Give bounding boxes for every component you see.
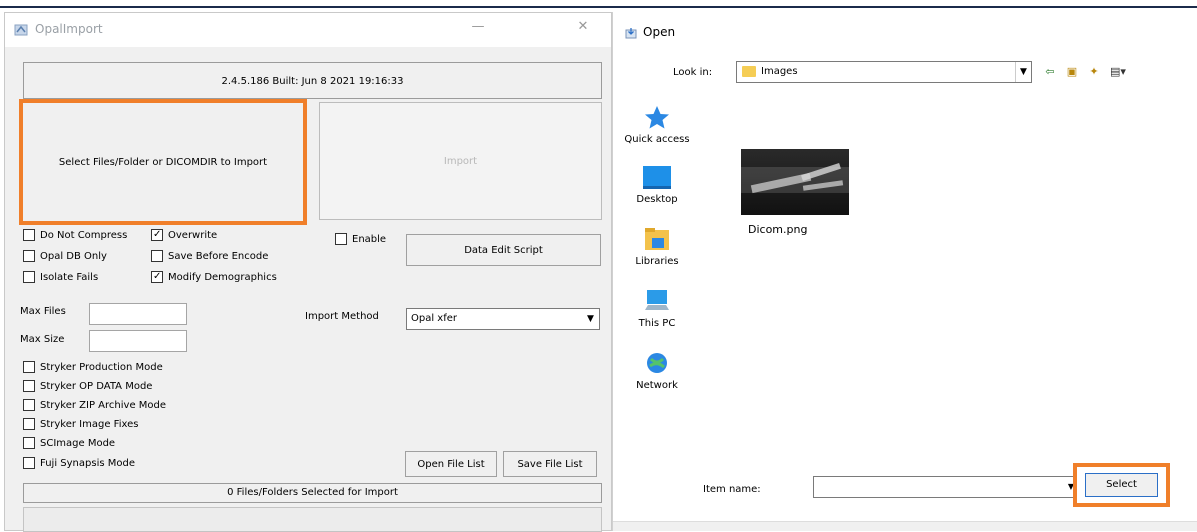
select-files-button[interactable]: Select Files/Folder or DICOMDIR to Impor… [19,99,307,225]
close-icon[interactable]: ✕ [572,19,594,39]
checkbox-box[interactable] [23,418,35,430]
save-file-list-button[interactable]: Save File List [503,451,597,477]
checkbox-label: Stryker OP DATA Mode [40,380,153,392]
checkbox-label: Stryker Image Fixes [40,418,139,430]
up-folder-icon[interactable]: ▣ [1063,64,1081,80]
checkbox-box[interactable] [335,233,347,245]
place-label: Quick access [624,134,690,145]
import-method-select[interactable]: Opal xfer ▼ [406,308,600,330]
title-bar: OpalImport — ✕ [5,13,611,47]
checkbox-label: Enable [352,233,387,245]
top-frame [0,0,1197,8]
item-name-input[interactable]: ▼ [813,476,1077,498]
checkbox-label: Isolate Fails [40,271,99,283]
look-in-label: Look in: [673,67,713,78]
select-highlight: Select [1073,463,1170,507]
place-this-pc[interactable]: This PC [613,288,701,329]
checkbox-box[interactable] [23,457,35,469]
libraries-icon [645,228,669,250]
checkbox-box[interactable] [23,399,35,411]
checkbox-label: SCImage Mode [40,437,116,449]
desktop-icon [643,166,671,189]
place-desktop[interactable]: Desktop [613,164,701,205]
new-folder-icon[interactable]: ✦ [1085,64,1103,80]
look-in-select[interactable]: Images ▼ [736,61,1032,83]
checkbox-box[interactable] [23,271,35,283]
look-in-value: Images [761,66,798,77]
chevron-down-icon[interactable]: ▼ [1015,62,1031,82]
modify-demographics-checkbox[interactable]: Modify Demographics [151,269,277,285]
status-label: 0 Files/Folders Selected for Import [23,483,602,503]
place-label: Network [636,380,678,391]
checkbox-box[interactable] [151,250,163,262]
checkbox-box[interactable] [151,229,163,241]
do-not-compress-checkbox[interactable]: Do Not Compress [23,227,127,243]
computer-icon [645,290,669,310]
file-thumbnail[interactable] [741,149,849,215]
checkbox-label: Save Before Encode [168,250,269,262]
stryker-image-fixes-checkbox[interactable]: Stryker Image Fixes [23,416,138,432]
checkbox-box[interactable] [23,229,35,241]
open-file-list-button[interactable]: Open File List [405,451,497,477]
place-label: This PC [638,318,676,329]
checkbox-box[interactable] [23,380,35,392]
chevron-down-icon[interactable]: ▼ [582,309,599,329]
checkbox-label: Stryker ZIP Archive Mode [40,399,167,411]
progress-bar [23,507,602,532]
place-label: Desktop [636,194,678,205]
back-icon[interactable]: ⇦ [1041,64,1059,80]
checkbox-box[interactable] [23,437,35,449]
import-method-label: Import Method [305,311,379,322]
dialog-icon [625,28,637,39]
checkbox-label: Modify Demographics [168,271,277,283]
max-files-label: Max Files [20,306,66,317]
open-dialog: Open Look in: Images ▼ ⇦ ▣ ✦ ▤▾ Quick ac… [612,12,1197,531]
stryker-production-mode-checkbox[interactable]: Stryker Production Mode [23,359,163,375]
data-edit-script-button[interactable]: Data Edit Script [406,234,601,266]
network-icon [647,353,667,373]
dialog-title: Open [643,25,676,39]
version-label: 2.4.5.186 Built: Jun 8 2021 19:16:33 [23,62,602,99]
checkbox-label: Stryker Production Mode [40,361,163,373]
save-before-encode-checkbox[interactable]: Save Before Encode [151,248,268,264]
minimize-icon[interactable]: — [467,19,489,39]
item-name-label: Item name: [703,484,761,495]
checkbox-label: Do Not Compress [40,229,128,241]
isolate-fails-checkbox[interactable]: Isolate Fails [23,269,98,285]
dialog-bottom-edge [613,521,1197,531]
max-size-label: Max Size [20,334,65,345]
import-method-value: Opal xfer [411,313,458,324]
opal-import-window: OpalImport — ✕ 2.4.5.186 Built: Jun 8 20… [4,12,612,532]
stryker-op-data-mode-checkbox[interactable]: Stryker OP DATA Mode [23,378,152,394]
window-title: OpalImport [35,22,103,36]
fuji-synapsis-mode-checkbox[interactable]: Fuji Synapsis Mode [23,455,135,471]
scimage-mode-checkbox[interactable]: SCImage Mode [23,435,115,451]
checkbox-label: Overwrite [168,229,218,241]
place-libraries[interactable]: Libraries [613,226,701,267]
overwrite-checkbox[interactable]: Overwrite [151,227,217,243]
star-icon [645,106,669,129]
folder-icon [742,66,756,77]
select-button[interactable]: Select [1085,473,1158,497]
place-label: Libraries [635,256,679,267]
checkbox-label: Opal DB Only [40,250,107,262]
checkbox-label: Fuji Synapsis Mode [40,457,135,469]
enable-checkbox[interactable]: Enable [335,231,386,247]
checkbox-box[interactable] [23,250,35,262]
place-quick-access[interactable]: Quick access [613,104,701,145]
place-network[interactable]: Network [613,350,701,391]
opal-db-only-checkbox[interactable]: Opal DB Only [23,248,107,264]
import-button[interactable]: Import [319,102,602,220]
checkbox-box[interactable] [23,361,35,373]
file-name-label[interactable]: Dicom.png [748,223,807,236]
app-icon [14,24,28,36]
view-menu-icon[interactable]: ▤▾ [1109,64,1127,80]
max-files-input[interactable] [89,303,187,325]
checkbox-box[interactable] [151,271,163,283]
max-size-input[interactable] [89,330,187,352]
stryker-zip-archive-mode-checkbox[interactable]: Stryker ZIP Archive Mode [23,397,166,413]
